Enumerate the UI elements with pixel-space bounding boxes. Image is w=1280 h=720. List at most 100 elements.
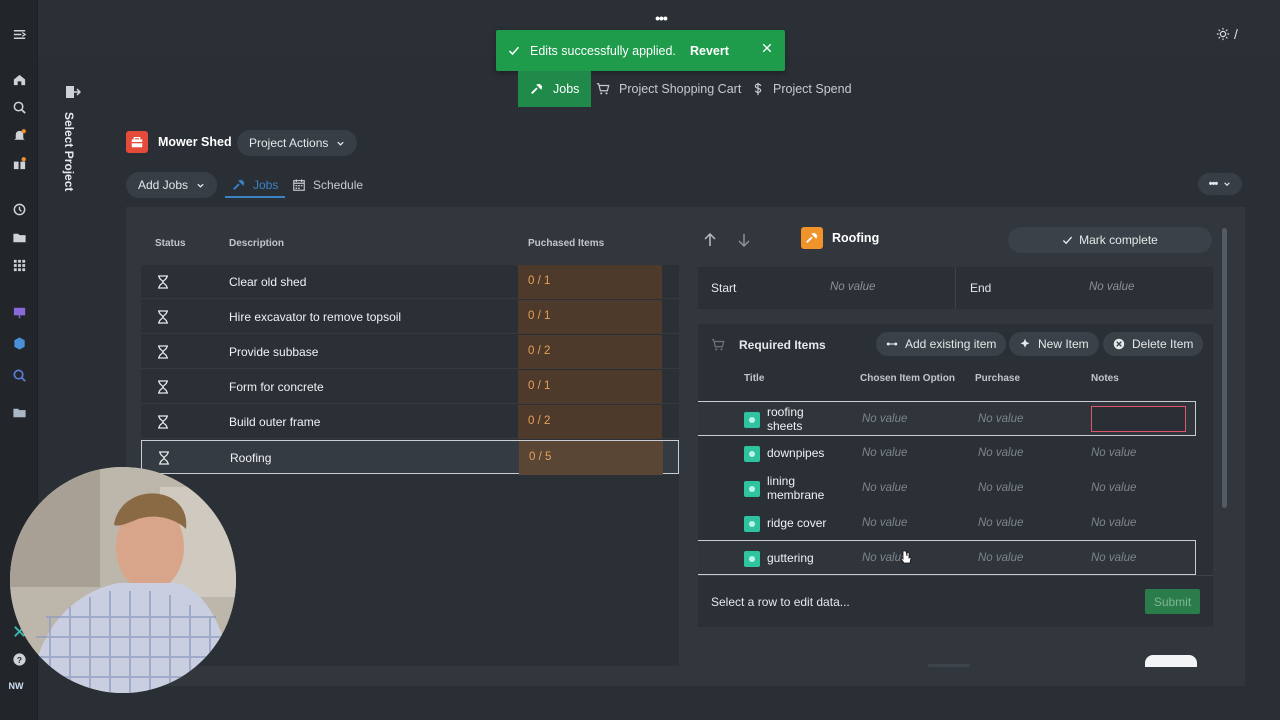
divider — [955, 267, 956, 309]
tab-project-shopping-cart[interactable]: Project Shopping Cart — [584, 71, 753, 107]
sun-icon[interactable] — [1216, 27, 1230, 41]
hourglass-icon — [157, 380, 169, 394]
col-title: Title — [744, 373, 765, 384]
folder-share-icon[interactable] — [7, 401, 31, 423]
revert-button[interactable]: Revert — [690, 44, 729, 58]
job-description: Provide subbase — [229, 345, 319, 359]
moon-icon[interactable] — [1242, 27, 1256, 41]
close-circle-icon — [1113, 338, 1125, 350]
submit-button[interactable]: Submit — [1145, 589, 1200, 614]
history-icon[interactable] — [7, 198, 31, 220]
user-avatar[interactable]: NW — [6, 679, 26, 693]
item-option[interactable]: No value — [862, 447, 907, 459]
chevron-down-icon — [196, 181, 205, 190]
table-row[interactable]: Provide subbase 0 / 2 — [141, 335, 679, 369]
bell-icon[interactable] — [7, 124, 31, 146]
table-row[interactable]: Hire excavator to remove topsoil 0 / 1 — [141, 300, 679, 334]
tab-jobs[interactable]: Jobs — [518, 71, 592, 107]
toast-message: Edits successfully applied. — [530, 43, 676, 58]
item-option[interactable]: No value — [862, 482, 907, 494]
sparkle-icon — [1019, 338, 1031, 350]
tab-project-spend[interactable]: Project Spend — [740, 71, 864, 107]
search-icon[interactable] — [7, 96, 31, 118]
item-purchase[interactable]: No value — [978, 552, 1023, 564]
exit-panel-icon[interactable] — [65, 84, 81, 100]
item-notes[interactable]: No value — [1091, 552, 1136, 564]
select-project-label[interactable]: Select Project — [62, 112, 76, 191]
item-row[interactable]: downpipes No value No value No value — [698, 436, 1196, 471]
add-existing-item-button[interactable]: Add existing item — [876, 332, 1007, 356]
mark-complete-button[interactable]: Mark complete — [1008, 227, 1212, 253]
subtab-jobs-label: Jobs — [253, 178, 279, 192]
item-title: downpipes — [767, 446, 825, 460]
home-icon[interactable] — [7, 68, 31, 90]
table-row-selected[interactable]: Roofing 0 / 5 — [141, 440, 679, 475]
subtab-schedule[interactable]: Schedule — [292, 172, 363, 198]
purchased-count: 0 / 1 — [518, 370, 662, 404]
presentation-icon[interactable] — [7, 301, 31, 323]
item-notes[interactable]: No value — [1091, 517, 1136, 529]
inspect-icon[interactable] — [7, 364, 31, 386]
subtab-schedule-label: Schedule — [313, 178, 364, 192]
project-actions-label: Project Actions — [249, 136, 329, 150]
active-tab-indicator — [225, 196, 285, 198]
jobs-table-header: Status Description Puchased Items — [141, 223, 679, 265]
cube-icon[interactable] — [7, 332, 31, 354]
notes-input[interactable] — [1091, 406, 1186, 432]
theme-toggle[interactable]: / — [1216, 26, 1256, 42]
arrow-up-icon[interactable] — [702, 232, 718, 248]
select-project-toggle[interactable]: Select Project — [62, 82, 84, 192]
folder-icon[interactable] — [7, 226, 31, 248]
arrow-down-icon[interactable] — [736, 232, 752, 248]
window-more-menu[interactable]: ••• — [650, 10, 672, 26]
delete-item-button[interactable]: Delete Item — [1103, 332, 1204, 356]
help-icon[interactable]: ? — [7, 648, 31, 670]
item-notes[interactable]: No value — [1091, 447, 1136, 459]
table-row[interactable]: Clear old shed 0 / 1 — [141, 265, 679, 299]
add-jobs-dropdown[interactable]: Add Jobs — [126, 172, 218, 198]
item-row-hover[interactable]: guttering No value No value No value — [698, 540, 1196, 575]
col-status: Status — [155, 238, 186, 249]
gift-icon[interactable] — [7, 152, 31, 174]
select-row-message: Select a row to edit data... — [711, 595, 850, 609]
item-icon — [744, 412, 760, 428]
project-actions-dropdown[interactable]: Project Actions — [237, 130, 358, 156]
item-purchase[interactable]: No value — [978, 482, 1023, 494]
tab-spend-label: Project Spend — [773, 82, 852, 96]
table-row[interactable]: Build outer frame 0 / 2 — [141, 405, 679, 439]
mark-complete-label: Mark complete — [1079, 233, 1158, 247]
col-chosen-option: Chosen Item Option — [860, 373, 955, 384]
item-icon — [744, 516, 760, 532]
collapse-menu-icon[interactable] — [7, 23, 31, 45]
check-icon — [1062, 235, 1073, 246]
item-purchase[interactable]: No value — [978, 447, 1023, 459]
close-icon[interactable] — [761, 42, 773, 54]
start-value[interactable]: No value — [830, 281, 875, 293]
col-purchased-items: Puchased Items — [528, 238, 605, 249]
tab-cart-label: Project Shopping Cart — [619, 82, 742, 96]
scrollbar[interactable] — [1222, 228, 1227, 508]
item-option[interactable]: No value — [862, 413, 907, 425]
new-item-button[interactable]: New Item — [1009, 332, 1099, 356]
item-row[interactable]: ridge cover No value No value No value — [698, 506, 1196, 541]
subtab-jobs[interactable]: Jobs — [232, 172, 278, 198]
hammer-icon — [530, 82, 544, 96]
table-row[interactable]: Form for concrete 0 / 1 — [141, 370, 679, 404]
item-row[interactable]: lining membrane No value No value No val… — [698, 471, 1196, 506]
add-existing-label: Add existing item — [905, 337, 997, 351]
filter-button[interactable] — [1145, 655, 1197, 667]
item-icon — [744, 446, 760, 462]
item-option[interactable]: No value — [862, 517, 907, 529]
item-purchase[interactable]: No value — [978, 413, 1023, 425]
success-toast: Edits successfully applied. Revert — [496, 30, 785, 71]
item-purchase[interactable]: No value — [978, 517, 1023, 529]
item-notes[interactable]: No value — [1091, 482, 1136, 494]
job-title: Roofing — [832, 231, 880, 245]
purchased-count: 0 / 2 — [518, 405, 662, 439]
more-options-button[interactable]: ••• — [1198, 173, 1242, 195]
end-value[interactable]: No value — [1089, 281, 1134, 293]
apps-grid-icon[interactable] — [7, 254, 31, 276]
new-item-label: New Item — [1038, 337, 1089, 351]
resize-handle[interactable] — [928, 664, 970, 667]
more-dots-label: ••• — [1208, 178, 1219, 190]
